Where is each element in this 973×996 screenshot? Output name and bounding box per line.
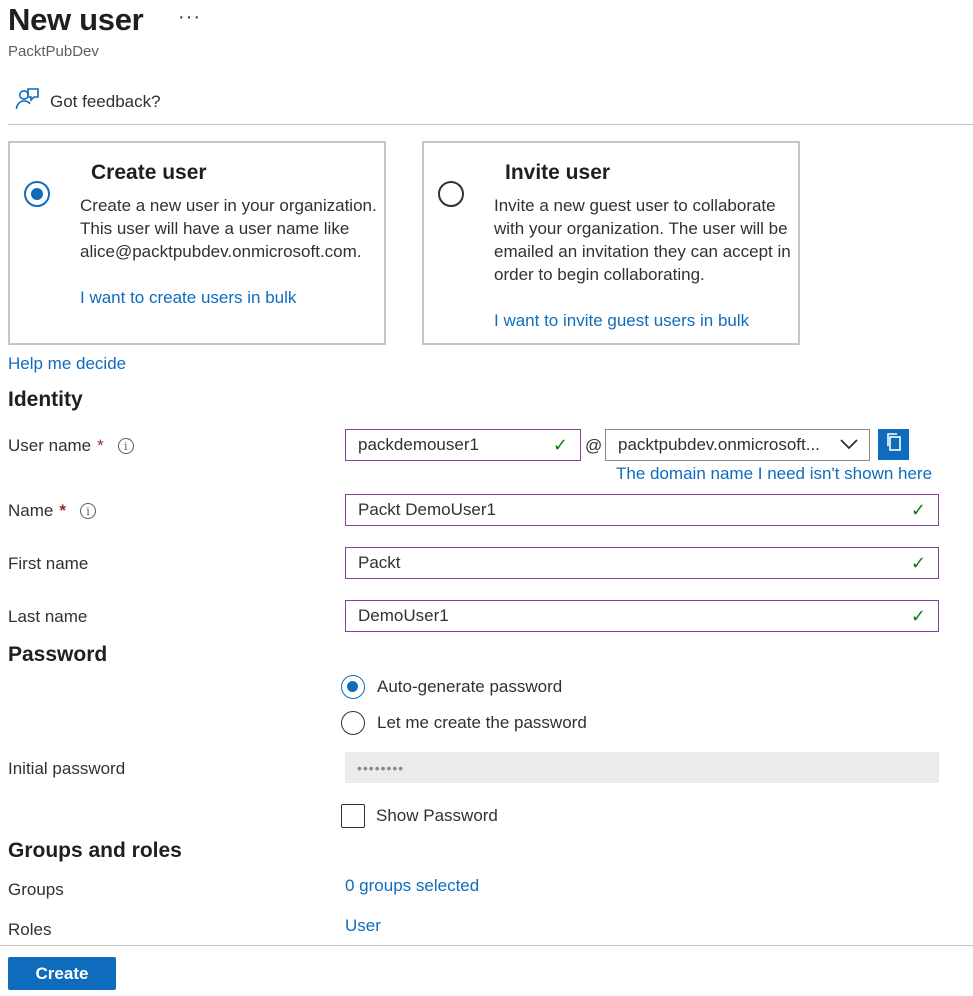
create-user-title: Create user xyxy=(91,161,207,184)
page-title: New user xyxy=(8,2,144,37)
username-label-text: User name xyxy=(8,436,92,455)
auto-generate-label: Auto-generate password xyxy=(377,677,563,696)
valid-check-icon: ✓ xyxy=(910,552,926,573)
groups-selected-link[interactable]: 0 groups selected xyxy=(345,876,479,896)
name-label: Name * i xyxy=(8,501,96,521)
first-name-label: First name xyxy=(8,554,89,573)
show-password-checkbox[interactable]: Show Password xyxy=(341,804,498,828)
name-value: Packt DemoUser1 xyxy=(358,500,496,519)
chevron-down-icon xyxy=(839,435,859,455)
at-symbol: @ xyxy=(585,436,603,455)
show-password-label: Show Password xyxy=(376,806,498,825)
roles-link[interactable]: User xyxy=(345,916,381,936)
header-divider xyxy=(8,124,973,125)
last-name-label: Last name xyxy=(8,607,88,626)
create-user-card[interactable]: Create user Create a new user in your or… xyxy=(8,141,386,345)
copy-button[interactable] xyxy=(878,429,909,460)
last-name-input[interactable]: DemoUser1 ✓ xyxy=(345,600,939,632)
initial-password-label: Initial password xyxy=(8,759,126,778)
feedback-label: Got feedback? xyxy=(50,91,161,111)
valid-check-icon: ✓ xyxy=(910,499,926,520)
bulk-invite-link[interactable]: I want to invite guest users in bulk xyxy=(494,311,749,331)
bulk-create-link[interactable]: I want to create users in bulk xyxy=(80,288,296,308)
invite-user-radio[interactable] xyxy=(438,181,464,207)
create-user-description: Create a new user in your organization. … xyxy=(80,196,377,261)
radio-dot xyxy=(341,711,365,735)
copy-icon xyxy=(885,432,903,457)
info-icon[interactable]: i xyxy=(79,503,96,519)
domain-help-link[interactable]: The domain name I need isn't shown here xyxy=(616,464,932,484)
create-user-radio[interactable] xyxy=(24,181,50,207)
last-name-value: DemoUser1 xyxy=(358,606,449,625)
valid-check-icon: ✓ xyxy=(910,605,926,626)
help-me-decide-link[interactable]: Help me decide xyxy=(8,354,126,374)
create-password-label: Let me create the password xyxy=(377,713,587,732)
name-input[interactable]: Packt DemoUser1 ✓ xyxy=(345,494,939,526)
invite-user-card[interactable]: Invite user Invite a new guest user to c… xyxy=(422,141,800,345)
create-button[interactable]: Create xyxy=(8,957,116,990)
more-options-icon[interactable]: ··· xyxy=(178,6,201,29)
domain-value: packtpubdev.onmicrosoft... xyxy=(618,435,820,454)
username-label: User name * i xyxy=(8,436,134,456)
identity-heading: Identity xyxy=(8,388,83,411)
groups-roles-heading: Groups and roles xyxy=(8,839,182,862)
groups-label: Groups xyxy=(8,880,64,899)
feedback-button[interactable]: Got feedback? xyxy=(14,86,161,117)
first-name-value: Packt xyxy=(358,553,401,572)
username-input[interactable]: packdemouser1 ✓ xyxy=(345,429,581,461)
invite-user-description: Invite a new guest user to collaborate w… xyxy=(494,196,791,284)
auto-generate-radio[interactable]: Auto-generate password xyxy=(341,675,562,699)
password-heading: Password xyxy=(8,643,108,666)
name-label-text: Name xyxy=(8,501,54,520)
checkbox-box xyxy=(341,804,365,828)
tenant-name: PacktPubDev xyxy=(8,43,99,60)
valid-check-icon: ✓ xyxy=(552,434,568,455)
initial-password-field: •••••••• xyxy=(345,752,939,783)
first-name-input[interactable]: Packt ✓ xyxy=(345,547,939,579)
radio-dot xyxy=(341,675,365,699)
invite-user-title: Invite user xyxy=(505,161,611,184)
feedback-icon xyxy=(14,86,40,117)
domain-dropdown[interactable]: packtpubdev.onmicrosoft... xyxy=(605,429,870,461)
required-marker: * xyxy=(97,436,104,455)
info-icon[interactable]: i xyxy=(117,438,134,454)
footer-divider xyxy=(0,945,973,946)
required-marker: * xyxy=(59,501,66,520)
username-value: packdemouser1 xyxy=(358,435,479,454)
roles-label: Roles xyxy=(8,920,52,939)
create-password-radio[interactable]: Let me create the password xyxy=(341,711,587,735)
